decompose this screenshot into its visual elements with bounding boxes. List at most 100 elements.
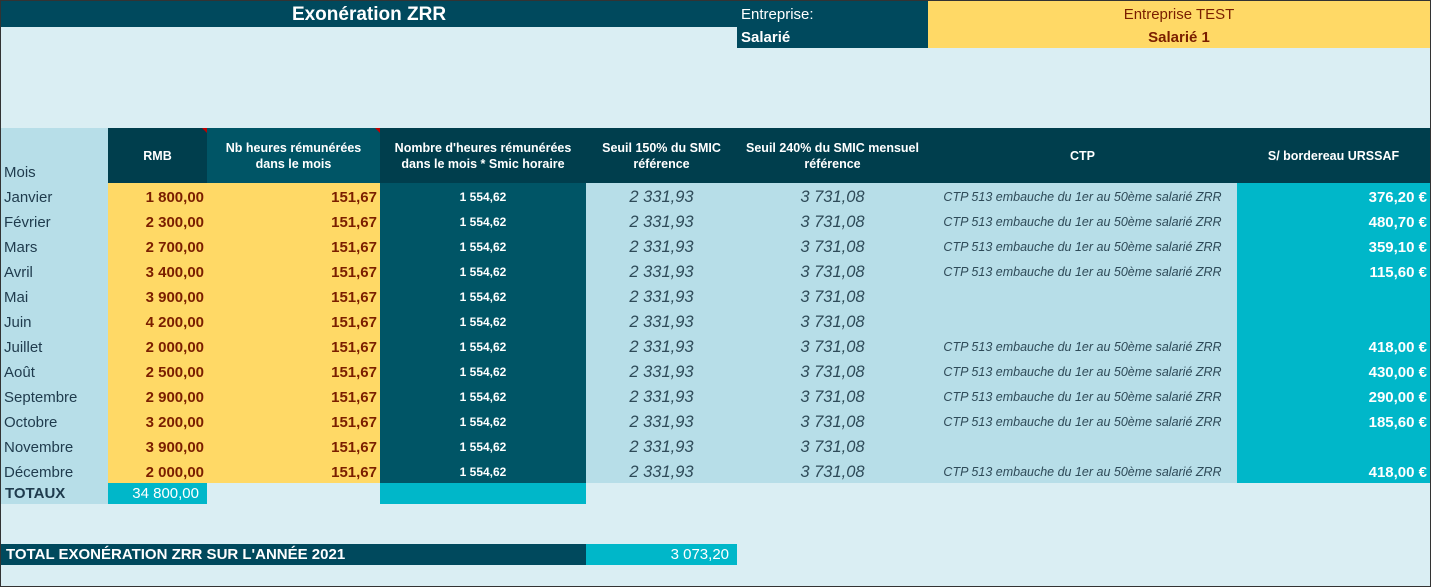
cell-smic[interactable]: 1 554,62 [380,284,586,309]
cell-urssaf[interactable]: 185,60 € [1237,409,1430,434]
cell-seuil240[interactable]: 3 731,08 [737,459,928,484]
cell-smic[interactable]: 1 554,62 [380,434,586,459]
cell-urssaf[interactable] [1237,309,1430,334]
cell-rmb[interactable]: 1 800,00 [108,184,207,209]
cell-rmb[interactable]: 2 500,00 [108,359,207,384]
cell-mois[interactable]: Avril [4,259,108,284]
cell-urssaf[interactable]: 418,00 € [1237,334,1430,359]
cell-ctp[interactable]: CTP 513 embauche du 1er au 50ème salarié… [928,259,1237,284]
cell-smic[interactable]: 1 554,62 [380,334,586,359]
cell-heures[interactable]: 151,67 [207,234,380,259]
cell-seuil240[interactable]: 3 731,08 [737,434,928,459]
cell-rmb[interactable]: 3 900,00 [108,434,207,459]
cell-mois[interactable]: Janvier [4,184,108,209]
cell-rmb[interactable]: 3 200,00 [108,409,207,434]
cell-rmb[interactable]: 2 000,00 [108,459,207,484]
cell-ctp[interactable]: CTP 513 embauche du 1er au 50ème salarié… [928,184,1237,209]
cell-smic[interactable]: 1 554,62 [380,309,586,334]
cell-seuil150[interactable]: 2 331,93 [586,184,737,209]
cell-ctp[interactable] [928,309,1237,334]
cell-ctp[interactable]: CTP 513 embauche du 1er au 50ème salarié… [928,234,1237,259]
cell-mois[interactable]: Octobre [4,409,108,434]
cell-urssaf[interactable] [1237,434,1430,459]
cell-ctp[interactable] [928,284,1237,309]
cell-seuil240[interactable]: 3 731,08 [737,209,928,234]
cell-mois[interactable]: Novembre [4,434,108,459]
cell-urssaf[interactable]: 418,00 € [1237,459,1430,484]
cell-mois[interactable]: Mai [4,284,108,309]
cell-heures[interactable]: 151,67 [207,334,380,359]
cell-seuil240[interactable]: 3 731,08 [737,184,928,209]
cell-seuil150[interactable]: 2 331,93 [586,334,737,359]
cell-seuil240[interactable]: 3 731,08 [737,259,928,284]
cell-seuil150[interactable]: 2 331,93 [586,384,737,409]
cell-heures[interactable]: 151,67 [207,184,380,209]
cell-mois[interactable]: Juillet [4,334,108,359]
cell-heures[interactable]: 151,67 [207,284,380,309]
cell-urssaf[interactable]: 290,00 € [1237,384,1430,409]
cell-smic[interactable]: 1 554,62 [380,359,586,384]
cell-smic[interactable]: 1 554,62 [380,259,586,284]
totals-rmb[interactable]: 34 800,00 [108,483,207,504]
cell-rmb[interactable]: 4 200,00 [108,309,207,334]
annual-total-value[interactable]: 3 073,20 [586,544,737,565]
cell-ctp[interactable]: CTP 513 embauche du 1er au 50ème salarié… [928,384,1237,409]
cell-urssaf[interactable]: 430,00 € [1237,359,1430,384]
cell-ctp[interactable]: CTP 513 embauche du 1er au 50ème salarié… [928,359,1237,384]
cell-ctp[interactable] [928,434,1237,459]
cell-heures[interactable]: 151,67 [207,409,380,434]
cell-seuil240[interactable]: 3 731,08 [737,409,928,434]
cell-seuil150[interactable]: 2 331,93 [586,459,737,484]
cell-seuil150[interactable]: 2 331,93 [586,359,737,384]
cell-ctp[interactable]: CTP 513 embauche du 1er au 50ème salarié… [928,209,1237,234]
totals-smic-cell[interactable] [380,483,586,504]
cell-heures[interactable]: 151,67 [207,434,380,459]
cell-mois[interactable]: Juin [4,309,108,334]
cell-urssaf[interactable] [1237,284,1430,309]
cell-seuil150[interactable]: 2 331,93 [586,234,737,259]
header-heures-label: Nb heures rémunérées dans le mois [225,140,362,171]
cell-ctp[interactable]: CTP 513 embauche du 1er au 50ème salarié… [928,334,1237,359]
cell-seuil150[interactable]: 2 331,93 [586,434,737,459]
cell-urssaf[interactable]: 359,10 € [1237,234,1430,259]
cell-urssaf[interactable]: 115,60 € [1237,259,1430,284]
cell-mois[interactable]: Août [4,359,108,384]
cell-seuil240[interactable]: 3 731,08 [737,234,928,259]
cell-smic[interactable]: 1 554,62 [380,184,586,209]
cell-seuil150[interactable]: 2 331,93 [586,409,737,434]
cell-ctp[interactable]: CTP 513 embauche du 1er au 50ème salarié… [928,459,1237,484]
cell-ctp[interactable]: CTP 513 embauche du 1er au 50ème salarié… [928,409,1237,434]
cell-rmb[interactable]: 3 400,00 [108,259,207,284]
cell-mois[interactable]: Février [4,209,108,234]
cell-heures[interactable]: 151,67 [207,359,380,384]
cell-seuil240[interactable]: 3 731,08 [737,334,928,359]
cell-mois[interactable]: Septembre [4,384,108,409]
cell-seuil150[interactable]: 2 331,93 [586,209,737,234]
cell-urssaf[interactable]: 480,70 € [1237,209,1430,234]
cell-seuil240[interactable]: 3 731,08 [737,359,928,384]
cell-mois[interactable]: Décembre [4,459,108,484]
cell-seuil240[interactable]: 3 731,08 [737,284,928,309]
cell-smic[interactable]: 1 554,62 [380,234,586,259]
cell-smic[interactable]: 1 554,62 [380,459,586,484]
cell-heures[interactable]: 151,67 [207,259,380,284]
cell-smic[interactable]: 1 554,62 [380,409,586,434]
cell-rmb[interactable]: 2 900,00 [108,384,207,409]
cell-seuil240[interactable]: 3 731,08 [737,384,928,409]
cell-heures[interactable]: 151,67 [207,309,380,334]
cell-rmb[interactable]: 2 300,00 [108,209,207,234]
cell-heures[interactable]: 151,67 [207,209,380,234]
cell-seuil150[interactable]: 2 331,93 [586,259,737,284]
cell-seuil240[interactable]: 3 731,08 [737,309,928,334]
cell-seuil150[interactable]: 2 331,93 [586,309,737,334]
cell-smic[interactable]: 1 554,62 [380,209,586,234]
cell-rmb[interactable]: 2 700,00 [108,234,207,259]
cell-mois[interactable]: Mars [4,234,108,259]
cell-rmb[interactable]: 3 900,00 [108,284,207,309]
cell-seuil150[interactable]: 2 331,93 [586,284,737,309]
cell-heures[interactable]: 151,67 [207,459,380,484]
cell-rmb[interactable]: 2 000,00 [108,334,207,359]
cell-urssaf[interactable]: 376,20 € [1237,184,1430,209]
cell-heures[interactable]: 151,67 [207,384,380,409]
cell-smic[interactable]: 1 554,62 [380,384,586,409]
